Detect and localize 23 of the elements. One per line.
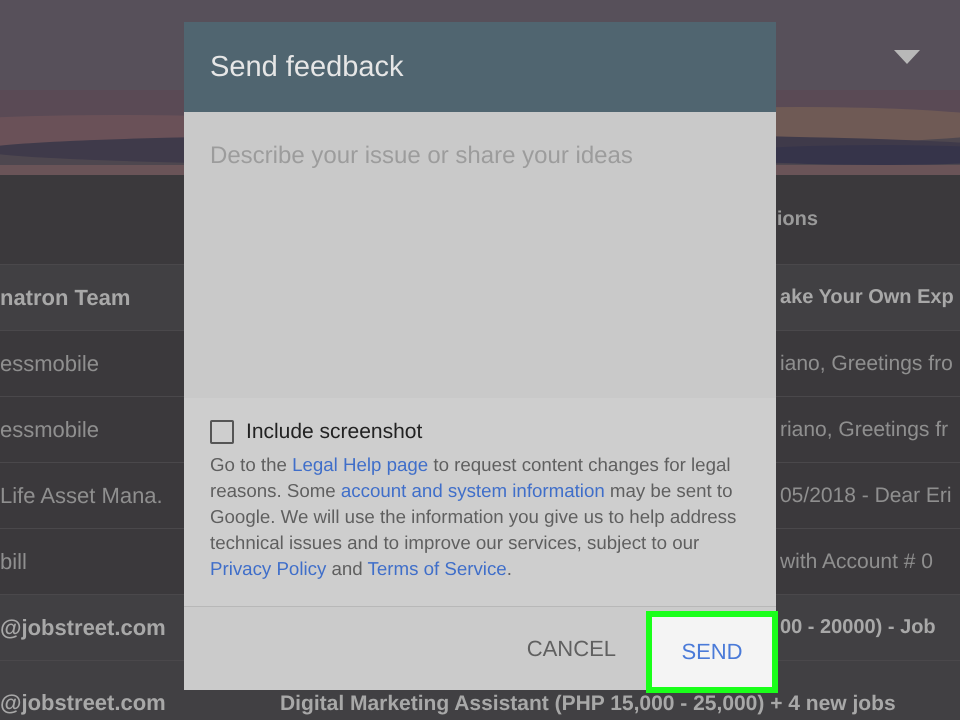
link[interactable]: Legal Help page: [292, 454, 428, 475]
email-subject: Digital Marketing Assistant (PHP 15,000 - 25,000) + 4 new jobs: [280, 692, 896, 716]
email-subject: ake Your Own Exp: [780, 286, 954, 309]
link[interactable]: account and system information: [340, 480, 605, 501]
email-sender: natron Team: [0, 284, 132, 310]
link[interactable]: Privacy Policy: [210, 558, 326, 579]
dialog-button[interactable]: SEND: [652, 617, 772, 687]
email-subject: 00 - 20000) - Job: [780, 616, 936, 639]
email-sender: essmobile: [0, 350, 100, 376]
checkbox-label[interactable]: Include screenshot: [246, 420, 422, 444]
email-sender: @jobstreet.com: [0, 690, 167, 716]
email-subject: with Account # 0: [780, 550, 933, 574]
email-sender: bill: [0, 548, 28, 574]
email-sender: Life Asset Mana.: [0, 482, 164, 508]
column-heading: ions: [776, 208, 818, 231]
email-subject: riano, Greetings fr: [780, 418, 948, 442]
legal-notice: Go to the Legal Help page to request content changes for legal reasons. Some account and system information may be sent to Google. We will use the information you give us to help address technical issues and to improve our services, subject to our Privacy Policy and Terms of Service.: [210, 453, 738, 581]
dialog-title: Send feedback: [210, 50, 404, 84]
email-subject: iano, Greetings fro: [780, 352, 953, 376]
email-sender: essmobile: [0, 416, 100, 442]
link[interactable]: Terms of Service: [368, 558, 507, 579]
email-sender: @jobstreet.com: [0, 614, 167, 640]
email-subject: 05/2018 - Dear Eri: [780, 484, 952, 508]
